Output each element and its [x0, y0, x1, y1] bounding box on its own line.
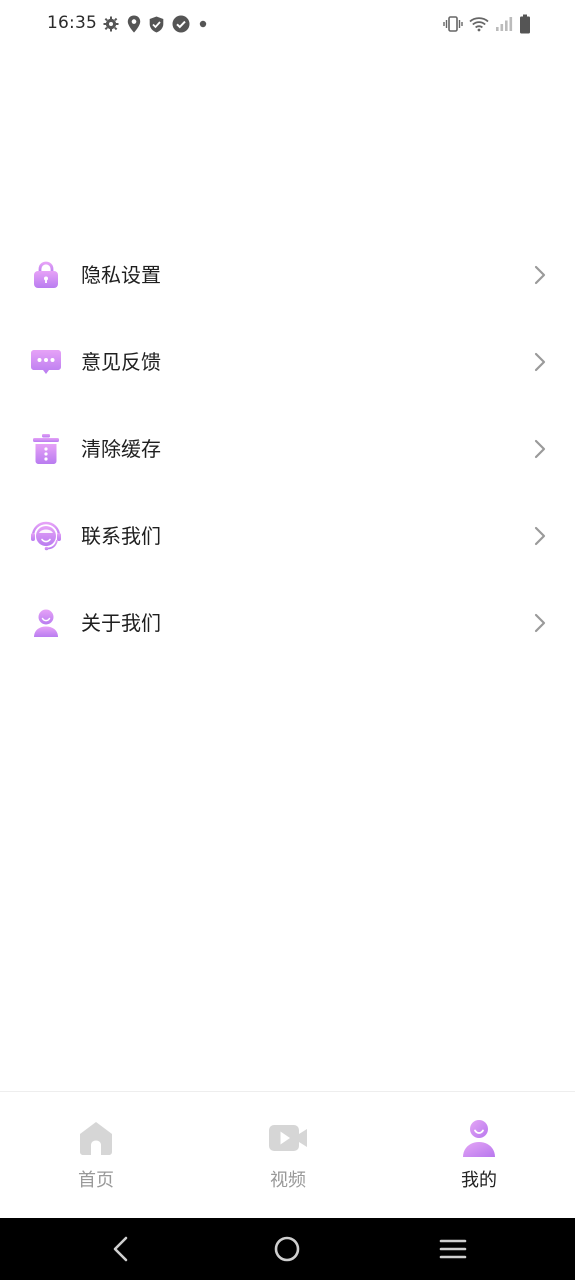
menu-label-clear-cache: 清除缓存 — [81, 437, 161, 461]
vibrate-icon — [443, 16, 463, 32]
menu-item-contact-us[interactable]: 联系我们 — [0, 492, 575, 579]
back-icon[interactable] — [106, 1234, 136, 1264]
shield-icon — [149, 16, 164, 32]
signal-icon — [496, 17, 513, 31]
battery-icon — [520, 14, 530, 34]
tab-video-label: 视频 — [270, 1170, 306, 1191]
menu-label-privacy-settings: 隐私设置 — [81, 263, 161, 287]
home-icon — [80, 1122, 112, 1155]
lock-icon — [30, 259, 62, 291]
menu-label-feedback: 意见反馈 — [81, 350, 161, 374]
tab-home[interactable]: 首页 — [0, 1092, 192, 1219]
chat-bubble-icon — [30, 346, 62, 378]
headset-icon — [30, 520, 62, 552]
location-icon — [127, 15, 141, 33]
settings-menu: 隐私设置 意见反馈 清除缓存 联系我们 关于我们 — [0, 231, 575, 666]
menu-item-clear-cache[interactable]: 清除缓存 — [0, 405, 575, 492]
menu-label-contact-us: 联系我们 — [81, 524, 161, 548]
status-left-icons — [103, 14, 208, 34]
tab-video[interactable]: 视频 — [192, 1092, 384, 1219]
profile-icon — [463, 1120, 495, 1157]
status-bar: 16:35 — [0, 0, 575, 48]
chevron-right-icon — [534, 526, 546, 546]
tab-home-label: 首页 — [78, 1170, 114, 1191]
wifi-icon — [469, 17, 489, 32]
tab-mine-label: 我的 — [461, 1170, 497, 1191]
menu-item-about-us[interactable]: 关于我们 — [0, 579, 575, 666]
bottom-navigation: 首页 视频 我的 — [0, 1091, 575, 1219]
dot-icon — [199, 20, 207, 28]
menu-item-privacy-settings[interactable]: 隐私设置 — [0, 231, 575, 318]
home-circle-icon[interactable] — [272, 1234, 302, 1264]
chevron-right-icon — [534, 352, 546, 372]
video-icon — [269, 1125, 307, 1151]
settings-icon — [103, 16, 119, 32]
tab-mine[interactable]: 我的 — [383, 1092, 575, 1219]
chevron-right-icon — [534, 265, 546, 285]
chevron-right-icon — [534, 613, 546, 633]
user-icon — [30, 607, 62, 639]
status-time: 16:35 — [47, 13, 97, 33]
check-circle-icon — [172, 15, 190, 33]
menu-item-feedback[interactable]: 意见反馈 — [0, 318, 575, 405]
status-right-icons — [443, 12, 531, 36]
menu-label-about-us: 关于我们 — [81, 611, 161, 635]
chevron-right-icon — [534, 439, 546, 459]
system-navigation-bar — [0, 1218, 575, 1280]
recents-icon[interactable] — [438, 1234, 468, 1264]
trash-icon — [30, 433, 62, 465]
